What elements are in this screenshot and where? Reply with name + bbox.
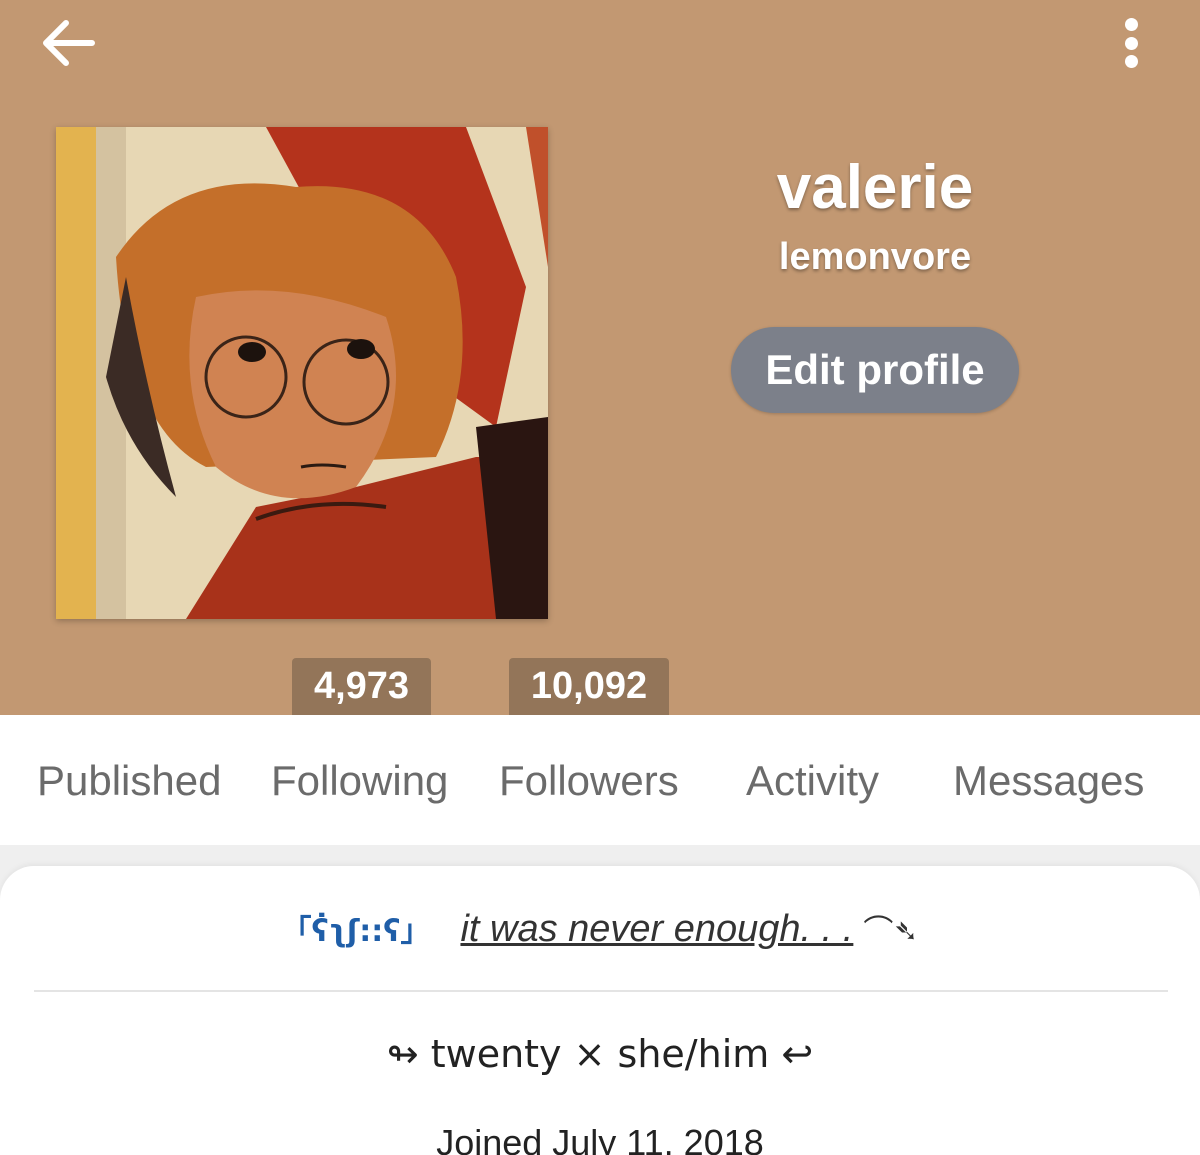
tagline-arrow-icon: ⌒➴ xyxy=(863,914,919,949)
tagline-text: it was never enough. . . xyxy=(460,908,854,950)
bio-card: 「ʕ̇ʅʃ::ʕ」 it was never enough. . . ⌒➴ ↬ tw… xyxy=(0,866,1200,1155)
following-count[interactable]: 4,973 xyxy=(292,658,431,715)
edit-profile-button[interactable]: Edit profile xyxy=(731,327,1019,413)
avatar[interactable] xyxy=(56,127,548,619)
username: lemonvore xyxy=(778,236,972,278)
tab-messages[interactable]: Messages xyxy=(953,757,1144,805)
tab-published[interactable]: Published xyxy=(37,757,221,805)
tab-followers[interactable]: Followers xyxy=(499,757,679,805)
display-name: valerie xyxy=(776,153,974,222)
tab-following[interactable]: Following xyxy=(271,757,448,805)
bio-divider xyxy=(34,990,1168,992)
followers-count[interactable]: 10,092 xyxy=(509,658,669,715)
bio-pronouns: ↬ twenty × she/him ↩ xyxy=(386,1032,814,1076)
tagline-symbols: 「ʕ̇ʅʃ::ʕ」 xyxy=(281,914,431,949)
tab-activity[interactable]: Activity xyxy=(746,757,879,805)
joined-date: Joined July 11, 2018 xyxy=(436,1122,764,1155)
bio-tagline: 「ʕ̇ʅʃ::ʕ」 it was never enough. . . ⌒➴ xyxy=(0,906,1200,951)
back-arrow-icon[interactable] xyxy=(38,15,100,71)
more-options-icon[interactable] xyxy=(1112,14,1150,72)
profile-header: valerie lemonvore Edit profile 4,973 10,… xyxy=(0,0,1200,715)
profile-tabs: Published Following Followers Activity M… xyxy=(0,715,1200,845)
